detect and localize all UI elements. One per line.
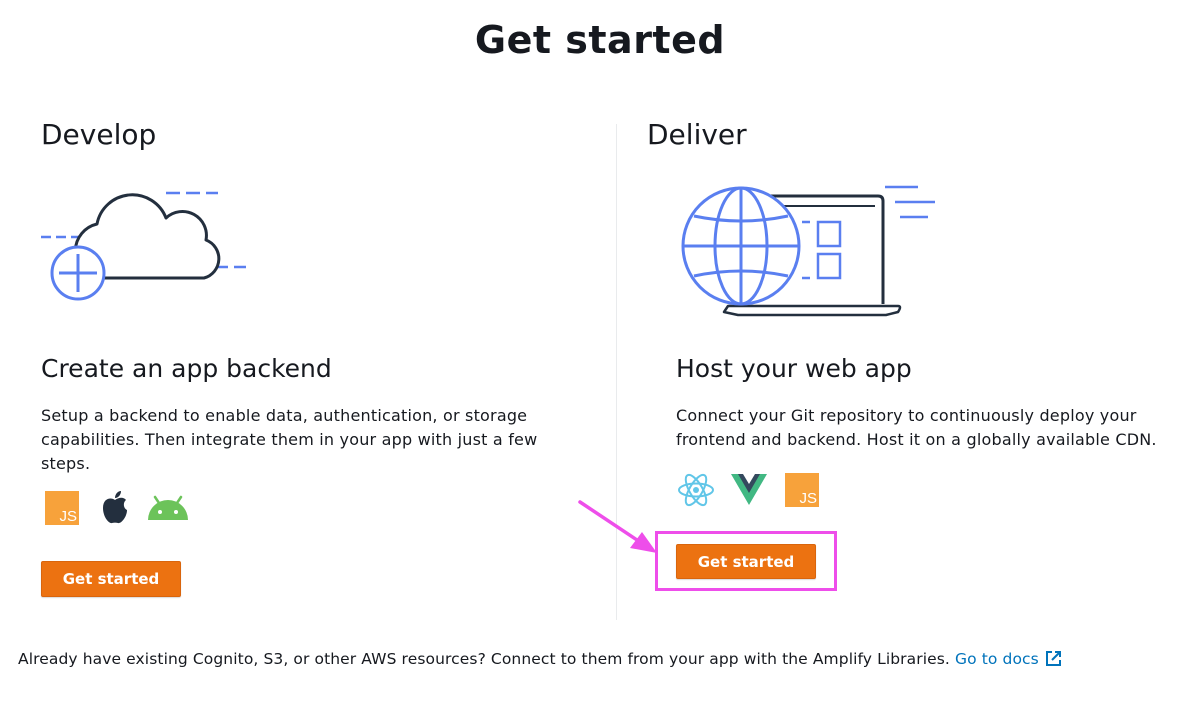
svg-text:JS: JS bbox=[799, 490, 817, 507]
deliver-description: Connect your Git repository to continuou… bbox=[676, 406, 1157, 449]
javascript-icon: JS bbox=[45, 491, 79, 525]
go-to-docs-label[interactable]: Go to docs bbox=[955, 650, 1039, 668]
svg-text:JS: JS bbox=[59, 508, 77, 525]
deliver-card-title: Host your web app bbox=[676, 354, 912, 383]
deliver-heading: Deliver bbox=[647, 118, 747, 151]
develop-card-title: Create an app backend bbox=[41, 354, 332, 383]
develop-get-started-button[interactable]: Get started bbox=[41, 561, 181, 597]
footer-text: Already have existing Cognito, S3, or ot… bbox=[18, 650, 950, 668]
external-link-icon[interactable] bbox=[1045, 650, 1062, 667]
page-title: Get started bbox=[474, 18, 726, 62]
android-icon bbox=[148, 495, 188, 520]
cloud-plus-illustration bbox=[41, 191, 252, 301]
deliver-get-started-button[interactable]: Get started bbox=[676, 544, 816, 579]
footer-note: Already have existing Cognito, S3, or ot… bbox=[18, 650, 1062, 668]
annotation-arrow bbox=[578, 500, 657, 553]
javascript-icon: JS bbox=[785, 473, 819, 507]
react-icon bbox=[678, 473, 714, 507]
go-to-docs-link[interactable]: Go to docs bbox=[955, 650, 1062, 668]
vue-icon bbox=[731, 474, 767, 505]
develop-description: Setup a backend to enable data, authenti… bbox=[41, 406, 538, 473]
develop-heading: Develop bbox=[41, 118, 157, 151]
apple-icon bbox=[103, 491, 127, 524]
globe-laptop-illustration bbox=[681, 185, 935, 317]
